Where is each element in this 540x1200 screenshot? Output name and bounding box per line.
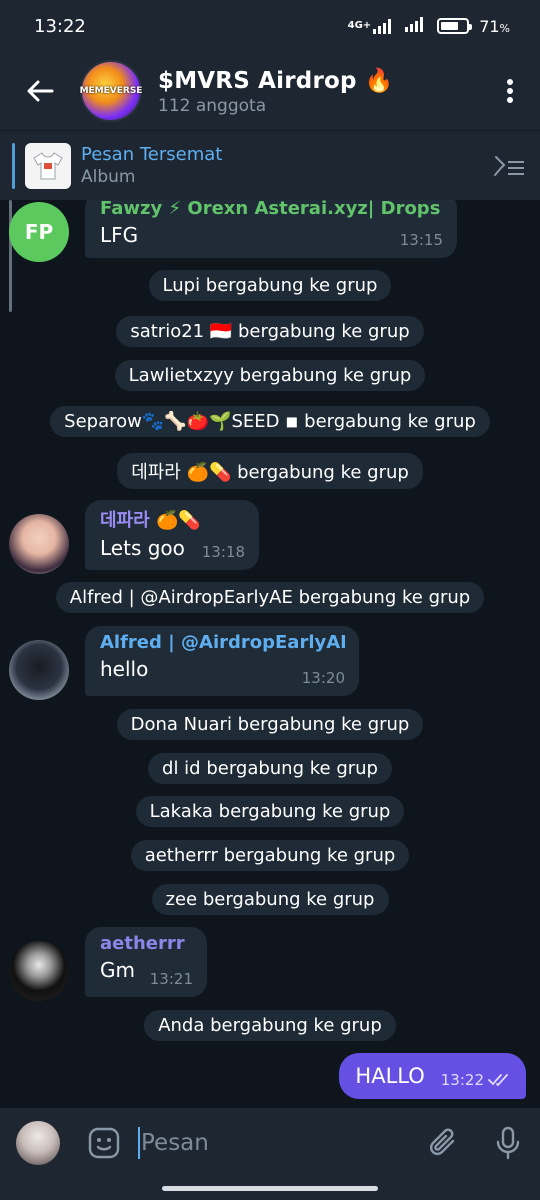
service-message: dl id bergabung ke grup [0, 753, 540, 784]
message-time: 13:18 [201, 543, 245, 561]
message-time-status: 13:22 [441, 1071, 512, 1089]
attach-button[interactable] [412, 1108, 476, 1178]
service-message: 데파라 🍊💊 bergabung ke grup [0, 453, 540, 489]
sender-name-text: Alfred | @AirdropEarlyAE [100, 632, 345, 653]
pinned-text: Pesan Tersemat Album [81, 144, 476, 187]
group-info[interactable]: $MVRS Airdrop 🔥 112 anggota [158, 67, 480, 116]
message-composer: Pesan [0, 1108, 540, 1178]
service-message: aetherrr bergabung ke grup [0, 840, 540, 871]
pinned-message-bar[interactable]: Pesan Tersemat Album [0, 130, 540, 200]
group-title: $MVRS Airdrop 🔥 [158, 67, 394, 94]
service-message: Lakaka bergabung ke grup [0, 796, 540, 827]
avatar[interactable] [9, 514, 69, 574]
back-button[interactable] [0, 52, 80, 130]
service-message: Separow🐾🦴🍅🌱SEED ◾ bergabung ke grup [0, 406, 540, 437]
network-type: 4G+ [347, 20, 372, 31]
voice-message-button[interactable] [476, 1108, 540, 1178]
chat-area[interactable]: FP Fawzy ⚡ Orexn Asterai.xyz| Drops💧... … [0, 200, 540, 1108]
message-time: 13:15 [399, 231, 443, 249]
pinned-title: Pesan Tersemat [81, 144, 223, 165]
message-bubble[interactable]: 데파라 🍊💊 Lets goo 13:18 [85, 500, 259, 570]
microphone-icon [496, 1126, 520, 1160]
sender-name[interactable]: 데파라 🍊💊 [100, 506, 245, 532]
service-message: Lupi bergabung ke grup [0, 270, 540, 301]
service-message: Anda bergabung ke grup [0, 1010, 540, 1041]
message-input-placeholder: Pesan [141, 1130, 209, 1156]
more-options-button[interactable] [480, 52, 540, 130]
message-text: LFG [100, 223, 139, 247]
sender-name[interactable]: Fawzy ⚡ Orexn Asterai.xyz| Drops💧... [100, 200, 443, 219]
more-vertical-icon [507, 79, 513, 103]
message-text: HALLO [355, 1064, 425, 1088]
send-as-avatar[interactable] [16, 1121, 60, 1165]
chat-header: MEMEVERSE $MVRS Airdrop 🔥 112 anggota [0, 52, 540, 130]
battery-level: 71% [479, 16, 510, 36]
message-time: 13:22 [440, 1071, 484, 1089]
avatar[interactable] [9, 941, 69, 1001]
service-message: Alfred | @AirdropEarlyAE bergabung ke gr… [0, 582, 540, 613]
service-message: zee bergabung ke grup [0, 884, 540, 915]
status-icons: 4G+ 71% [348, 16, 510, 36]
navigation-bar [0, 1178, 540, 1200]
message-bubble[interactable]: Alfred | @AirdropEarlyAE hello 13:20 [85, 626, 359, 696]
sender-name[interactable]: aetherrr [100, 933, 193, 954]
service-message: Dona Nuari bergabung ke grup [0, 709, 540, 740]
paperclip-icon [430, 1128, 455, 1155]
signal-icon [405, 16, 427, 36]
pinned-indicator [12, 142, 15, 189]
battery-icon [437, 18, 473, 34]
arrow-left-icon [27, 80, 54, 102]
service-message: satrio21 🇮🇩 bergabung ke grup [0, 316, 540, 347]
pinned-list-button[interactable] [476, 154, 540, 178]
message-input[interactable]: Pesan [138, 1123, 412, 1163]
sender-name[interactable]: Alfred | @AirdropEarlyAE [100, 632, 345, 653]
avatar[interactable]: FP [9, 202, 69, 262]
message-time: 13:20 [301, 669, 345, 687]
tshirt-icon [33, 151, 63, 179]
message-time: 13:21 [149, 970, 193, 988]
status-time: 13:22 [34, 15, 86, 37]
emoji-button[interactable] [84, 1123, 124, 1163]
outgoing-message-bubble[interactable]: HALLO 13:22 [339, 1053, 526, 1099]
message-bubble[interactable]: Fawzy ⚡ Orexn Asterai.xyz| Drops💧... LFG… [85, 200, 457, 258]
avatar[interactable] [9, 640, 69, 700]
pinned-thumbnail [25, 142, 71, 189]
double-check-icon [488, 1074, 508, 1087]
network-icon: 4G+ [348, 18, 396, 34]
sticker-icon [88, 1127, 120, 1159]
service-message: Lawlietxzyy bergabung ke grup [0, 360, 540, 391]
pinned-subtitle: Album [81, 167, 136, 187]
group-avatar-logo: MEMEVERSE [79, 86, 143, 96]
text-caret [138, 1127, 140, 1159]
group-avatar[interactable]: MEMEVERSE [80, 60, 142, 122]
home-indicator[interactable] [162, 1186, 378, 1191]
avatar-initials: FP [24, 220, 54, 244]
message-bubble[interactable]: aetherrr Gm 13:21 [85, 927, 207, 997]
status-bar: 13:22 4G+ 71% [0, 0, 540, 52]
member-count: 112 anggota [158, 95, 267, 116]
pin-list-icon [494, 155, 524, 176]
